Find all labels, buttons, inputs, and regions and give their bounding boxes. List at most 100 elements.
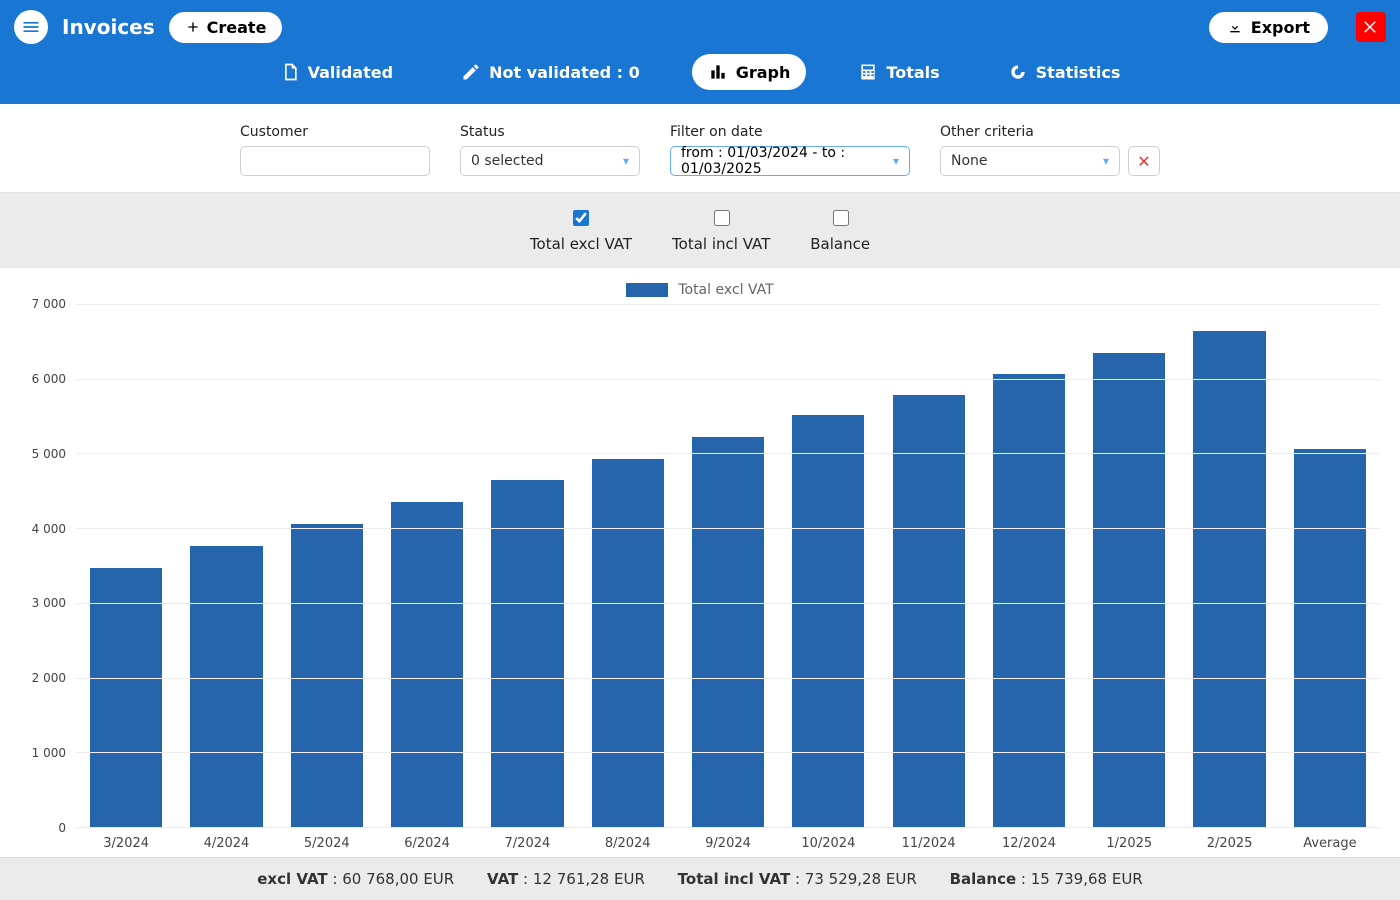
filter-other: Other criteria None ▾ <box>940 124 1120 176</box>
tab-bar: Validated Not validated : 0 Graph Totals… <box>0 54 1400 104</box>
header-top-row: Invoices Create Export <box>0 0 1400 54</box>
chart-bar[interactable] <box>993 374 1065 827</box>
tab-statistics[interactable]: Statistics <box>992 54 1137 90</box>
y-tick-label: 1 000 <box>32 746 66 760</box>
x-tick-label: 4/2024 <box>176 828 276 851</box>
bar-chart-icon <box>708 62 728 82</box>
chart-bar[interactable] <box>90 568 162 827</box>
chart-gridline <box>76 827 1380 828</box>
filter-date: Filter on date from : 01/03/2024 - to : … <box>670 124 910 176</box>
y-tick-label: 0 <box>58 821 66 835</box>
donut-chart-icon <box>1008 62 1028 82</box>
tab-totals[interactable]: Totals <box>842 54 955 90</box>
filter-date-label: Filter on date <box>670 124 910 140</box>
footer-balance: Balance : 15 739,68 EUR <box>950 870 1143 888</box>
chart-bar-slot <box>778 304 878 827</box>
x-tick-label: 11/2024 <box>879 828 979 851</box>
chart-gridline <box>76 304 1380 305</box>
status-select-value: 0 selected <box>471 153 543 169</box>
chart-bar[interactable] <box>291 524 363 827</box>
chart-bar[interactable] <box>491 480 563 827</box>
footer-vat-label: VAT <box>487 870 518 888</box>
date-range-select[interactable]: from : 01/03/2024 - to : 01/03/2025 ▾ <box>670 146 910 176</box>
footer-vat: VAT : 12 761,28 EUR <box>487 870 645 888</box>
close-button[interactable] <box>1356 12 1386 42</box>
clear-other-criteria-button[interactable]: ✕ <box>1128 146 1160 176</box>
chart-y-axis: 01 0002 0003 0004 0005 0006 0007 000 <box>20 304 76 828</box>
chart-bar-slot <box>879 304 979 827</box>
tab-statistics-label: Statistics <box>1036 63 1121 82</box>
chart-gridline <box>76 603 1380 604</box>
chart-bar-slot <box>76 304 176 827</box>
status-select[interactable]: 0 selected ▾ <box>460 146 640 176</box>
toggle-balance-checkbox[interactable] <box>833 210 849 226</box>
totals-footer: excl VAT : 60 768,00 EUR VAT : 12 761,28… <box>0 857 1400 900</box>
tab-not-validated[interactable]: Not validated : 0 <box>445 54 656 90</box>
chart-bar[interactable] <box>792 415 864 827</box>
close-icon <box>1362 18 1380 36</box>
chart-bars <box>76 304 1380 827</box>
chart-bar-slot <box>477 304 577 827</box>
y-tick-label: 4 000 <box>32 522 66 536</box>
chart-gridline <box>76 528 1380 529</box>
chart-bar-slot <box>578 304 678 827</box>
chart-bar[interactable] <box>391 502 463 827</box>
series-toggle-panel: Total excl VAT Total incl VAT Balance <box>0 192 1400 268</box>
chart-panel: Total excl VAT 01 0002 0003 0004 0005 00… <box>0 268 1400 857</box>
chart-bar[interactable] <box>190 546 262 827</box>
toggle-balance[interactable]: Balance <box>810 207 870 253</box>
filter-status: Status 0 selected ▾ <box>460 124 640 176</box>
chevron-down-icon: ▾ <box>623 154 629 168</box>
chart-bar[interactable] <box>893 395 965 827</box>
footer-incl-vat-value: 73 529,28 EUR <box>805 870 917 888</box>
chart-bar-slot <box>277 304 377 827</box>
tab-graph-label: Graph <box>736 63 791 82</box>
page-title: Invoices <box>62 15 155 39</box>
chart-gridline <box>76 752 1380 753</box>
tab-not-validated-label: Not validated : 0 <box>489 63 640 82</box>
chart-bar-slot <box>176 304 276 827</box>
filter-other-row: Other criteria None ▾ ✕ <box>940 124 1160 176</box>
footer-excl-vat-value: 60 768,00 EUR <box>342 870 454 888</box>
x-tick-label: 8/2024 <box>578 828 678 851</box>
create-button[interactable]: Create <box>169 12 283 43</box>
chart-bar-slot <box>377 304 477 827</box>
chart-legend: Total excl VAT <box>20 278 1380 304</box>
download-icon <box>1227 19 1243 35</box>
other-criteria-value: None <box>951 153 988 169</box>
toggle-total-excl-vat[interactable]: Total excl VAT <box>530 207 632 253</box>
toggle-total-excl-vat-checkbox[interactable] <box>573 210 589 226</box>
chart-bar-slot <box>678 304 778 827</box>
chart-bar-slot <box>1280 304 1380 827</box>
footer-excl-vat-label: excl VAT <box>257 870 327 888</box>
footer-vat-value: 12 761,28 EUR <box>533 870 645 888</box>
other-criteria-select[interactable]: None ▾ <box>940 146 1120 176</box>
filter-other-label: Other criteria <box>940 124 1120 140</box>
x-tick-label: 3/2024 <box>76 828 176 851</box>
x-tick-label: Average <box>1280 828 1380 851</box>
tab-validated[interactable]: Validated <box>264 54 409 90</box>
legend-series1-label: Total excl VAT <box>678 282 773 298</box>
chart-bar[interactable] <box>1093 353 1165 827</box>
tab-totals-label: Totals <box>886 63 939 82</box>
menu-button[interactable] <box>14 10 48 44</box>
x-tick-label: 2/2025 <box>1179 828 1279 851</box>
chevron-down-icon: ▾ <box>1103 154 1109 168</box>
tab-graph[interactable]: Graph <box>692 54 807 90</box>
filter-bar: Customer Status 0 selected ▾ Filter on d… <box>0 104 1400 192</box>
legend-swatch-series1 <box>626 283 668 297</box>
chart-bar[interactable] <box>592 459 664 827</box>
x-tick-label: 1/2025 <box>1079 828 1179 851</box>
x-tick-label: 7/2024 <box>477 828 577 851</box>
chart-bar[interactable] <box>1294 449 1366 827</box>
footer-incl-vat: Total incl VAT : 73 529,28 EUR <box>678 870 917 888</box>
export-button[interactable]: Export <box>1209 12 1328 43</box>
toggle-total-incl-vat[interactable]: Total incl VAT <box>672 207 770 253</box>
footer-incl-vat-label: Total incl VAT <box>678 870 791 888</box>
chart-x-axis: 3/20244/20245/20246/20247/20248/20249/20… <box>76 828 1380 851</box>
chart-bar[interactable] <box>692 437 764 827</box>
chart: 01 0002 0003 0004 0005 0006 0007 000 <box>20 304 1380 828</box>
toggle-total-incl-vat-checkbox[interactable] <box>714 210 730 226</box>
customer-input[interactable] <box>240 146 430 176</box>
chart-plot-area <box>76 304 1380 828</box>
